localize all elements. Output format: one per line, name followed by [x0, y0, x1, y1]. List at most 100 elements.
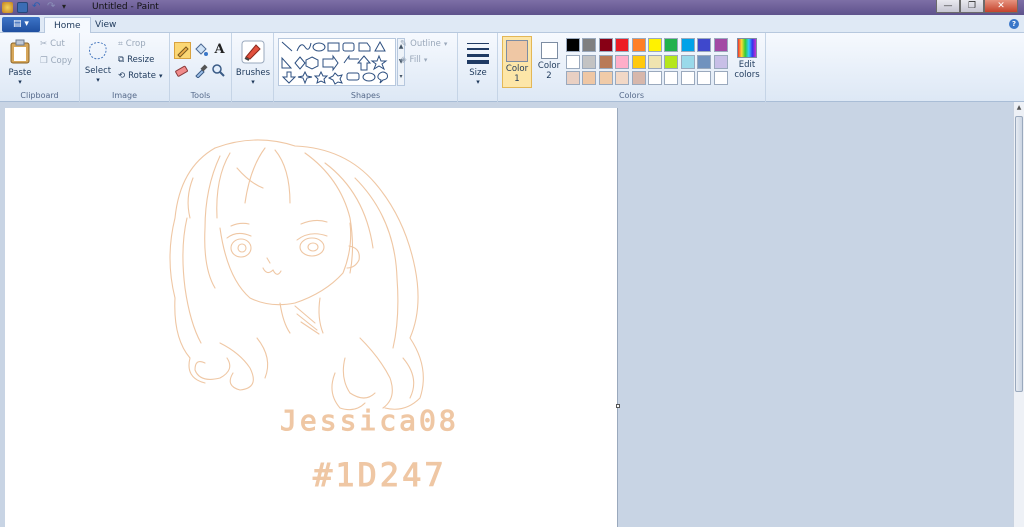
crop-button[interactable]: ⌗ Crop — [118, 39, 146, 49]
palette-swatch[interactable] — [648, 54, 662, 69]
vertical-scrollbar[interactable]: ▲ — [1013, 102, 1024, 527]
clipboard-group-label: Clipboard — [20, 91, 59, 100]
palette-swatch[interactable] — [598, 38, 613, 52]
outline-label: Outline — [410, 39, 441, 49]
tab-home[interactable]: Home — [44, 17, 91, 34]
color1-label: Color 1 — [505, 64, 529, 84]
customize-qat-icon[interactable]: ▾ — [62, 2, 73, 13]
paint-app-icon[interactable] — [2, 2, 13, 13]
redo-icon[interactable]: ↷ — [47, 2, 58, 13]
undo-icon[interactable]: ↶ — [32, 2, 43, 13]
paint-menu-button[interactable]: ▤ ▾ — [2, 17, 40, 32]
cut-button[interactable]: ✂ Cut — [40, 39, 65, 49]
brush-icon — [241, 40, 265, 64]
color2-button[interactable]: Color 2 — [534, 36, 564, 88]
crop-label: Crop — [125, 39, 146, 49]
rotate-icon: ⟲ — [118, 71, 126, 81]
size-button[interactable]: Size ▾ — [463, 39, 493, 86]
palette-swatch[interactable] — [615, 54, 630, 69]
image-group-label: Image — [111, 91, 138, 100]
palette-swatch[interactable] — [631, 54, 646, 69]
drawing-canvas[interactable]: Jessica08 #1D247 — [5, 108, 620, 527]
palette-swatch[interactable] — [566, 38, 580, 52]
rotate-label: Rotate — [128, 71, 156, 81]
quick-access-toolbar: ↶ ↷ ▾ — [2, 1, 73, 14]
color2-swatch — [540, 42, 558, 59]
chevron-down-icon: ▾ — [96, 76, 100, 84]
tag-text: #1D247 — [313, 456, 447, 494]
canvas-workspace[interactable]: Jessica08 #1D247 — [0, 102, 1013, 527]
scroll-thumb[interactable] — [1015, 116, 1023, 392]
clipboard-icon — [10, 39, 30, 64]
resize-label: Resize — [127, 55, 155, 65]
save-icon[interactable] — [17, 2, 28, 13]
close-button[interactable]: ✕ — [984, 0, 1018, 13]
palette-swatch[interactable] — [582, 54, 597, 69]
palette-swatch[interactable] — [713, 38, 728, 52]
outline-button[interactable]: ✎ Outline ▾ — [400, 39, 447, 49]
scroll-up-arrow[interactable]: ▲ — [1015, 104, 1023, 112]
palette-swatch[interactable] — [664, 54, 679, 69]
shapes-group: ▲ ▼ ▾ ✎ Outline ▾ ◈ Fill ▾ Shapes — [274, 33, 458, 102]
palette-swatch[interactable] — [598, 71, 613, 85]
paste-button[interactable]: Paste ▾ — [6, 39, 34, 86]
chevron-down-icon: ▾ — [18, 78, 22, 86]
palette-swatch[interactable] — [566, 54, 580, 69]
palette-swatch[interactable] — [582, 71, 597, 85]
line-size-icon — [467, 43, 489, 64]
chevron-down-icon: ▾ — [423, 56, 428, 64]
palette-swatch[interactable] — [598, 54, 613, 69]
palette-swatch[interactable] — [680, 38, 695, 52]
palette-swatch[interactable] — [615, 71, 630, 85]
palette-swatch[interactable] — [680, 54, 695, 69]
palette-swatch[interactable] — [713, 71, 728, 85]
color-picker-tool[interactable] — [193, 63, 210, 80]
rainbow-icon — [737, 38, 757, 58]
palette-swatch[interactable] — [631, 71, 646, 85]
eraser-tool[interactable] — [174, 63, 191, 80]
tab-view[interactable]: View — [86, 17, 125, 34]
color1-swatch — [506, 40, 528, 62]
color-palette — [566, 38, 730, 88]
palette-swatch[interactable] — [566, 71, 580, 85]
colors-group-label: Colors — [618, 91, 645, 100]
fill-tool[interactable] — [193, 42, 210, 59]
palette-swatch[interactable] — [664, 38, 679, 52]
palette-swatch[interactable] — [697, 54, 712, 69]
brushes-button[interactable]: Brushes ▾ — [235, 39, 271, 86]
magnifier-tool[interactable] — [211, 63, 228, 80]
canvas-resize-handle[interactable] — [616, 404, 620, 408]
palette-swatch[interactable] — [697, 71, 712, 85]
shapes-gallery[interactable] — [278, 38, 396, 86]
palette-swatch[interactable] — [582, 38, 597, 52]
clipboard-group: Paste ▾ ✂ Cut ❐ Copy Clipboard — [0, 33, 80, 102]
palette-swatch[interactable] — [680, 71, 695, 85]
crop-icon: ⌗ — [118, 39, 123, 49]
copy-label: Copy — [50, 56, 73, 66]
palette-swatch[interactable] — [648, 71, 662, 85]
colors-group: Color 1 Color 2 Edit colors Colors — [498, 33, 766, 102]
copy-button[interactable]: ❐ Copy — [40, 56, 72, 66]
palette-swatch[interactable] — [697, 38, 712, 52]
fill-button[interactable]: ◈ Fill ▾ — [400, 55, 427, 65]
palette-swatch[interactable] — [713, 54, 728, 69]
palette-swatch[interactable] — [631, 38, 646, 52]
text-tool-icon[interactable]: A — [211, 42, 228, 59]
chevron-down-icon: ▾ — [476, 78, 480, 86]
help-icon[interactable]: ? — [1009, 19, 1019, 29]
pencil-icon — [177, 46, 189, 58]
palette-swatch[interactable] — [615, 38, 630, 52]
edit-colors-button[interactable]: Edit colors — [732, 38, 762, 80]
ribbon: Paste ▾ ✂ Cut ❐ Copy Clipboard Select ▾ ⌗ C… — [0, 33, 1024, 102]
rotate-button[interactable]: ⟲ Rotate ▾ — [118, 71, 162, 81]
color1-button[interactable]: Color 1 — [502, 36, 532, 88]
resize-button[interactable]: ⧉ Resize — [118, 55, 154, 65]
pencil-tool[interactable] — [174, 42, 191, 59]
palette-swatch[interactable] — [664, 71, 679, 85]
select-button[interactable]: Select ▾ — [84, 39, 112, 84]
fill-bucket-icon: ◈ — [400, 55, 407, 65]
chevron-down-icon: ▾ — [443, 40, 448, 48]
palette-swatch[interactable] — [648, 38, 662, 52]
restore-button[interactable]: ❐ — [960, 0, 984, 13]
minimize-button[interactable]: — — [936, 0, 960, 13]
